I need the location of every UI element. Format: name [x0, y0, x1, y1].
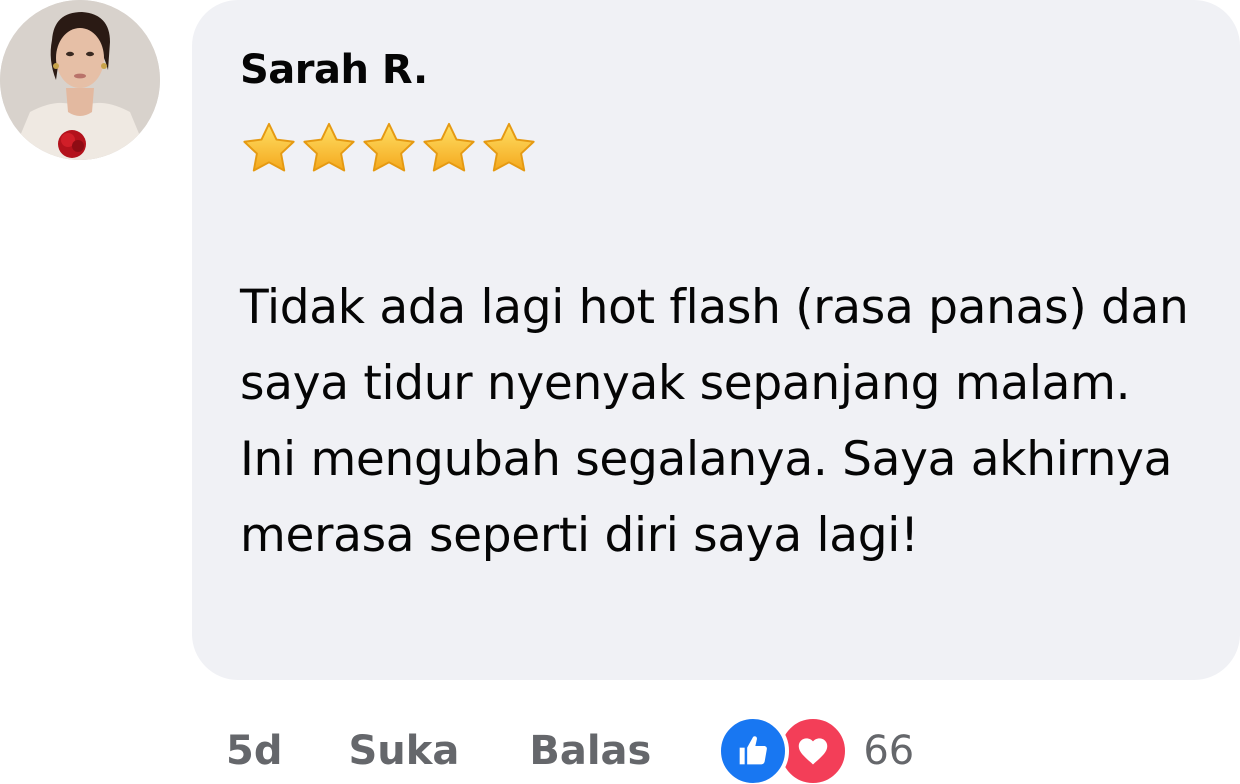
star-icon — [423, 122, 475, 172]
like-icon — [717, 715, 790, 784]
comment-timestamp[interactable]: 5d — [226, 728, 282, 774]
comment-author[interactable]: Sarah R. — [240, 50, 1200, 90]
star-icon — [303, 122, 355, 172]
star-icon — [483, 122, 535, 172]
star-icon — [243, 122, 295, 172]
reply-button[interactable]: Balas — [529, 728, 651, 774]
reaction-count: 66 — [863, 728, 915, 774]
comment-actions: 5d Suka Balas 66 — [226, 715, 914, 784]
comment: Sarah R. Tidak ada lagi hot flash (rasa … — [0, 0, 1240, 784]
star-rating — [240, 120, 1200, 180]
avatar-image — [0, 0, 160, 160]
like-button[interactable]: Suka — [348, 728, 459, 774]
avatar[interactable] — [0, 0, 160, 160]
comment-bubble: Sarah R. Tidak ada lagi hot flash (rasa … — [192, 0, 1240, 680]
reactions-summary[interactable]: 66 — [717, 715, 914, 784]
star-icon — [363, 122, 415, 172]
comment-text: Tidak ada lagi hot flash (rasa panas) da… — [240, 280, 1189, 563]
